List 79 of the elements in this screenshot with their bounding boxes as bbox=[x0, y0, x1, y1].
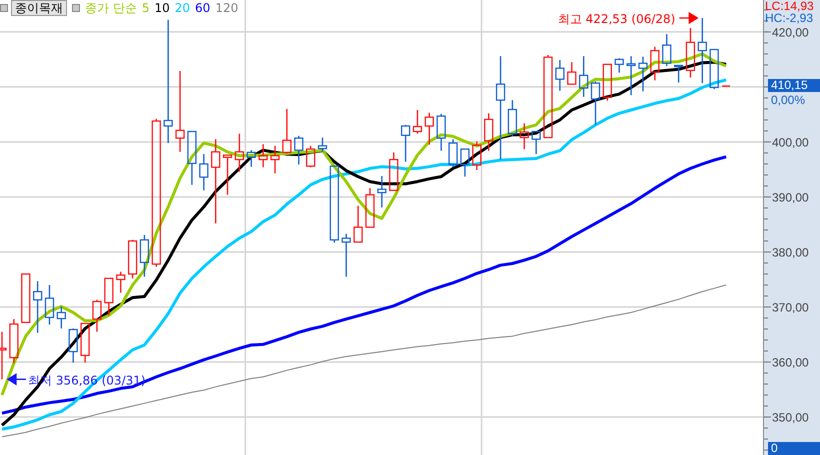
candlestick bbox=[116, 272, 126, 293]
candlestick bbox=[436, 114, 446, 151]
legend-item: 10 bbox=[154, 1, 170, 15]
axis-tick-label: 400,00 bbox=[772, 135, 809, 150]
candlestick bbox=[555, 60, 564, 91]
candlestick bbox=[68, 328, 78, 363]
candlestick bbox=[44, 285, 54, 325]
candlestick bbox=[638, 56, 648, 92]
candlestick bbox=[532, 130, 541, 154]
candlestick bbox=[140, 234, 150, 277]
right-arrow-icon bbox=[678, 12, 699, 24]
candlestick bbox=[460, 148, 470, 177]
candlestick bbox=[365, 188, 375, 228]
candlestick bbox=[92, 300, 102, 332]
candlestick bbox=[590, 81, 600, 125]
legend-label: 종가 단순 bbox=[85, 0, 137, 16]
candlestick bbox=[246, 150, 256, 167]
axis-tick-label: 420,00 bbox=[772, 25, 809, 40]
candlestick bbox=[199, 154, 208, 190]
candlestick bbox=[698, 18, 707, 84]
axis-tick-label: 370,00 bbox=[772, 300, 809, 314]
candlestick bbox=[424, 112, 434, 145]
candlestick bbox=[56, 306, 66, 328]
candlestick bbox=[270, 146, 280, 174]
candlestick bbox=[9, 319, 18, 364]
candlestick bbox=[686, 28, 696, 78]
candlestick bbox=[662, 34, 672, 66]
candlestick bbox=[626, 56, 636, 96]
candlestick bbox=[650, 46, 660, 80]
square-icon bbox=[0, 4, 8, 12]
legend-item: 120 bbox=[215, 1, 238, 15]
hc-value: HC:-2,93 bbox=[765, 11, 814, 25]
bottom-value-badge: 0 bbox=[768, 442, 820, 455]
lc-value: LC:14,93 bbox=[765, 0, 814, 13]
candlestick bbox=[400, 124, 410, 162]
candlestick bbox=[104, 278, 114, 316]
candlestick bbox=[508, 100, 517, 136]
candlestick bbox=[710, 48, 719, 90]
current-price-badge: 410,15 bbox=[768, 79, 820, 92]
candlestick bbox=[33, 281, 42, 333]
candlestick bbox=[21, 273, 30, 323]
candlestick bbox=[282, 108, 292, 154]
candlestick bbox=[579, 56, 588, 97]
candlestick bbox=[0, 332, 7, 380]
candlestick bbox=[377, 176, 386, 208]
candlestick bbox=[234, 134, 244, 172]
candlestick bbox=[222, 154, 232, 195]
axis-tick-label: 380,00 bbox=[772, 245, 809, 260]
change-percent: 0,00% bbox=[771, 93, 806, 108]
candlestick bbox=[258, 144, 268, 168]
candlestick bbox=[342, 234, 351, 277]
axis-tick-label: 390,00 bbox=[772, 190, 809, 204]
candlestick bbox=[294, 136, 304, 164]
annotation-label: 최고 422,53 (06/28) bbox=[558, 12, 676, 26]
axis-tick-label: 360,00 bbox=[772, 356, 809, 370]
candlestick bbox=[306, 146, 316, 168]
left-arrow-icon bbox=[6, 374, 27, 385]
square-icon bbox=[72, 4, 80, 12]
candlestick bbox=[722, 85, 730, 87]
legend-item: 20 bbox=[174, 1, 190, 15]
candlestick bbox=[412, 110, 422, 134]
sector-button[interactable]: 종이목재 bbox=[11, 0, 67, 16]
candlestick bbox=[354, 206, 363, 243]
candlestick bbox=[80, 322, 90, 363]
candlestick bbox=[389, 152, 398, 192]
candlestick bbox=[448, 139, 458, 167]
candlestick bbox=[602, 64, 612, 101]
candlestick bbox=[128, 240, 138, 278]
axis-tick-label: 350,00 bbox=[772, 410, 809, 425]
candlestick bbox=[614, 58, 624, 73]
candlestick bbox=[674, 64, 684, 83]
candlestick bbox=[520, 123, 529, 150]
candlestick bbox=[484, 113, 494, 151]
candlestick bbox=[567, 62, 576, 85]
legend-item: 5 bbox=[142, 1, 150, 15]
candlestick bbox=[187, 130, 197, 185]
legend-item: 60 bbox=[195, 1, 210, 15]
candlestick bbox=[472, 141, 482, 170]
candlestick bbox=[318, 138, 328, 152]
